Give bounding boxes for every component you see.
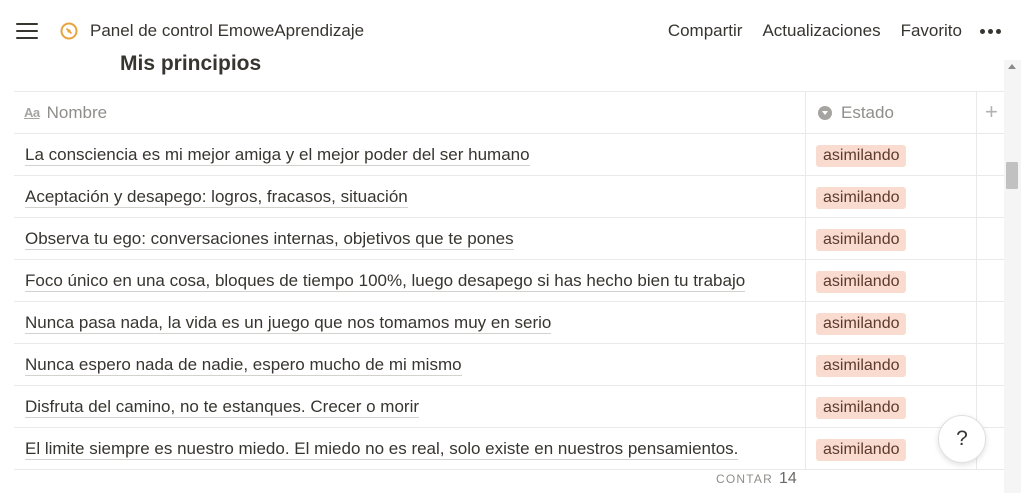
more-options-icon[interactable] <box>980 25 1001 38</box>
add-column-icon[interactable]: + <box>985 99 998 125</box>
name-cell[interactable]: Foco único en una cosa, bloques de tiemp… <box>14 260 806 301</box>
name-cell[interactable]: Aceptación y desapego: logros, fracasos,… <box>14 176 806 217</box>
count-value: 14 <box>778 470 797 487</box>
table-row[interactable]: Disfruta del camino, no te estanques. Cr… <box>14 386 1004 428</box>
status-cell[interactable]: asimilando <box>806 302 977 343</box>
status-badge: asimilando <box>816 271 907 293</box>
compass-icon <box>60 22 78 40</box>
row-title[interactable]: Observa tu ego: conversaciones internas,… <box>25 229 514 250</box>
table-row[interactable]: El limite siempre es nuestro miedo. El m… <box>14 428 1004 470</box>
row-title[interactable]: Disfruta del camino, no te estanques. Cr… <box>25 397 420 418</box>
scrollbar-thumb[interactable] <box>1006 162 1018 189</box>
top-bar: Panel de control EmoweAprendizaje Compar… <box>0 0 1021 60</box>
top-actions: Compartir Actualizaciones Favorito <box>648 21 1001 41</box>
row-title[interactable]: Aceptación y desapego: logros, fracasos,… <box>25 187 408 208</box>
status-badge: asimilando <box>816 355 907 377</box>
row-title[interactable]: La consciencia es mi mejor amiga y el me… <box>25 145 530 166</box>
favorite-button[interactable]: Favorito <box>901 21 962 41</box>
row-title[interactable]: Nunca espero nada de nadie, espero mucho… <box>25 355 462 376</box>
status-cell[interactable]: asimilando <box>806 176 977 217</box>
scroll-up-arrow-icon[interactable] <box>1008 64 1016 69</box>
row-title[interactable]: El limite siempre es nuestro miedo. El m… <box>25 439 739 460</box>
database-title[interactable]: Mis principios <box>120 52 261 76</box>
table-header: Aa Nombre Estado + <box>14 91 1004 134</box>
database-table: Aa Nombre Estado + La consciencia es mi … <box>14 91 1004 470</box>
help-button[interactable]: ? <box>938 415 986 463</box>
column-header-status[interactable]: Estado <box>806 92 977 133</box>
name-cell[interactable]: Observa tu ego: conversaciones internas,… <box>14 218 806 259</box>
row-title[interactable]: Foco único en una cosa, bloques de tiemp… <box>25 271 746 292</box>
share-button[interactable]: Compartir <box>668 21 743 41</box>
text-property-icon: Aa <box>24 105 40 120</box>
breadcrumb[interactable]: Panel de control EmoweAprendizaje <box>90 21 364 41</box>
status-badge: asimilando <box>816 187 907 209</box>
table-row[interactable]: Nunca espero nada de nadie, espero mucho… <box>14 344 1004 386</box>
name-cell[interactable]: El limite siempre es nuestro miedo. El m… <box>14 428 806 469</box>
row-title[interactable]: Nunca pasa nada, la vida es un juego que… <box>25 313 552 334</box>
column-header-status-label: Estado <box>841 102 894 122</box>
count-footer[interactable]: CONTAR 14 <box>716 470 797 488</box>
count-label: CONTAR <box>716 472 773 486</box>
select-property-icon <box>818 105 832 120</box>
name-cell[interactable]: Disfruta del camino, no te estanques. Cr… <box>14 386 806 427</box>
table-row[interactable]: Nunca pasa nada, la vida es un juego que… <box>14 302 1004 344</box>
table-row[interactable]: Foco único en una cosa, bloques de tiemp… <box>14 260 1004 302</box>
status-badge: asimilando <box>816 229 907 251</box>
status-badge: asimilando <box>816 145 907 167</box>
name-cell[interactable]: Nunca espero nada de nadie, espero mucho… <box>14 344 806 385</box>
status-cell[interactable]: asimilando <box>806 218 977 259</box>
status-badge: asimilando <box>816 439 907 461</box>
status-badge: asimilando <box>816 397 907 419</box>
table-row[interactable]: Observa tu ego: conversaciones internas,… <box>14 218 1004 260</box>
table-row[interactable]: Aceptación y desapego: logros, fracasos,… <box>14 176 1004 218</box>
column-header-name[interactable]: Aa Nombre <box>14 92 806 133</box>
table-row[interactable]: La consciencia es mi mejor amiga y el me… <box>14 134 1004 176</box>
status-cell[interactable]: asimilando <box>806 344 977 385</box>
column-header-name-label: Nombre <box>46 102 108 122</box>
status-badge: asimilando <box>816 313 907 335</box>
status-cell[interactable]: asimilando <box>806 260 977 301</box>
name-cell[interactable]: La consciencia es mi mejor amiga y el me… <box>14 134 806 175</box>
status-cell[interactable]: asimilando <box>806 134 977 175</box>
name-cell[interactable]: Nunca pasa nada, la vida es un juego que… <box>14 302 806 343</box>
menu-icon[interactable] <box>16 22 38 40</box>
vertical-scrollbar[interactable] <box>1004 60 1021 493</box>
updates-button[interactable]: Actualizaciones <box>762 21 880 41</box>
